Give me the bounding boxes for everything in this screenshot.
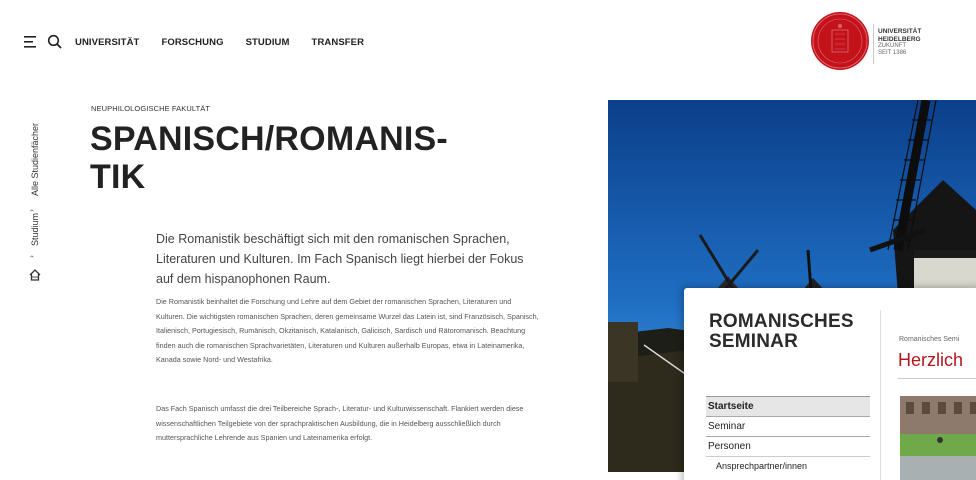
breadcrumb-separator-icon: › [26,209,36,212]
search-icon[interactable] [47,34,63,50]
nav-transfer[interactable]: TRANSFER [312,37,365,48]
logo-divider [873,24,874,64]
body-paragraph-1: Die Romanistik beinhaltet die Forschung … [156,297,539,364]
romanisches-seminar-preview[interactable]: ROMANISCHES SEMINAR Romanisches Semi Her… [684,288,976,480]
main-navigation: UNIVERSITÄT FORSCHUNG STUDIUM TRANSFER [75,37,364,48]
hamburger-menu-icon[interactable] [24,35,40,49]
seminar-divider [880,310,881,480]
seminar-title-line-2: SEMINAR [709,331,799,352]
seminar-nav-startseite[interactable]: Startseite [706,396,870,416]
page-title-line-2: TIK [90,158,146,196]
university-wordmark[interactable]: UNIVERSITÄT HEIDELBERG ZUKUNFT SEIT 1386 [878,28,958,57]
seminar-heading-rule [898,378,976,379]
seminar-breadcrumb: Romanisches Semi [899,336,960,343]
seminar-nav-personen[interactable]: Personen [706,436,870,456]
seminar-building-photo [900,396,976,480]
faculty-kicker: NEUPHILOLOGISCHE FAKULTÄT [91,104,211,113]
breadcrumb-studium[interactable]: Studium [30,213,40,246]
seminar-nav-ansprechpartner[interactable]: Ansprechpartner/innen [706,456,870,475]
nav-universitaet[interactable]: UNIVERSITÄT [75,37,139,48]
logo-line-zukunft: ZUKUNFT [878,43,906,49]
page-title-line-1: SPANISCH/ROMANIS- [90,120,448,158]
site-header: UNIVERSITÄT FORSCHUNG STUDIUM TRANSFER U… [0,0,976,88]
seminar-welcome-heading: Herzlich [898,350,964,370]
seminar-title: ROMANISCHES SEMINAR [709,312,879,352]
nav-forschung[interactable]: FORSCHUNG [161,37,223,48]
logo-line-seit: SEIT 1386 [878,50,907,56]
university-seal-logo[interactable] [811,12,869,70]
body-paragraph-2: Das Fach Spanisch umfasst die drei Teilb… [156,404,524,442]
seminar-title-line-1: ROMANISCHES [709,311,854,332]
page-title: SPANISCH/ROMANIS- TIK [90,120,560,196]
logo-line-universitaet: UNIVERSITÄT [878,28,922,35]
seminar-nav-seminar[interactable]: Seminar [706,416,870,436]
home-icon[interactable] [28,268,42,282]
breadcrumb-alle-studienfaecher[interactable]: Alle Studienfächer [30,123,40,196]
lead-paragraph: Die Romanistik beschäftigt sich mit den … [156,232,524,286]
nav-studium[interactable]: STUDIUM [246,37,290,48]
seminar-navigation: Startseite Seminar Personen Ansprechpart… [706,396,870,475]
logo-line-heidelberg: HEIDELBERG [878,35,921,43]
breadcrumb: Alle Studienfächer › Studium › [22,100,48,290]
breadcrumb-separator-icon: › [26,255,36,258]
